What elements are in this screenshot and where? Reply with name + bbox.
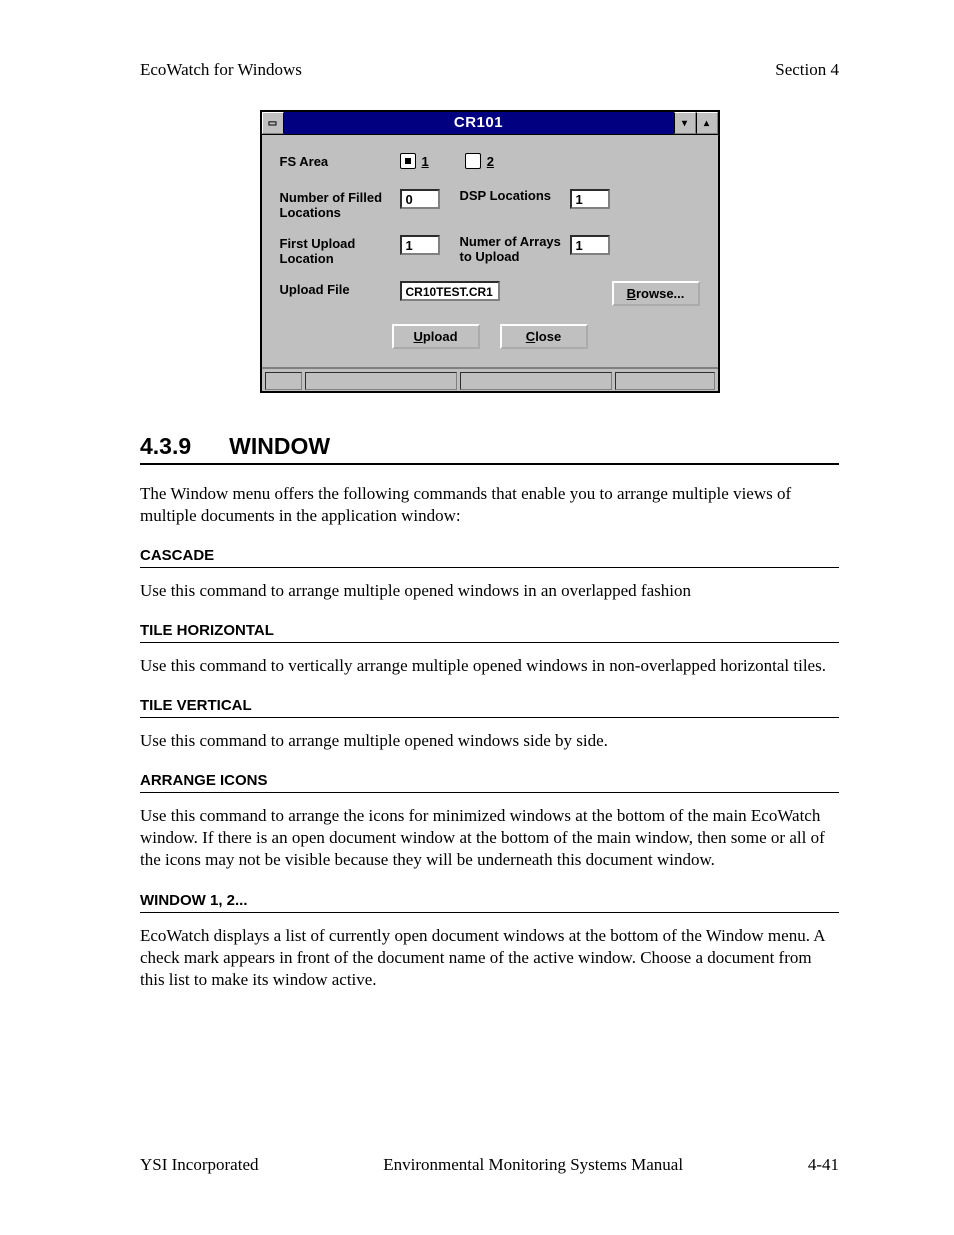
section-number: 4.3.9 — [140, 433, 191, 460]
fs-area-label: FS Area — [280, 153, 400, 170]
dialog-title: CR101 — [284, 112, 674, 134]
footer-right: 4-41 — [808, 1155, 839, 1175]
status-bar — [262, 367, 718, 391]
section-intro: The Window menu offers the following com… — [140, 483, 839, 527]
num-arrays-label: Numer of Arrays to Upload — [460, 235, 570, 265]
sub-tile-vertical-heading: TILE VERTICAL — [140, 697, 839, 718]
radio-fs-2[interactable] — [465, 153, 481, 169]
dialog-cr101: ▭ CR101 ▾ ▴ FS Area 1 2 Number of Filled — [260, 110, 720, 393]
sub-window-list-text: EcoWatch displays a list of currently op… — [140, 925, 839, 991]
footer-mid: Environmental Monitoring Systems Manual — [259, 1155, 808, 1175]
maximize-icon[interactable]: ▴ — [696, 112, 718, 134]
dsp-locations-input[interactable]: 1 — [570, 189, 610, 209]
upload-file-input[interactable]: CR10TEST.CR1 — [400, 281, 500, 301]
radio-fs-1-label[interactable]: 1 — [422, 154, 429, 169]
title-bar: ▭ CR101 ▾ ▴ — [262, 112, 718, 135]
sub-tile-vertical-text: Use this command to arrange multiple ope… — [140, 730, 839, 752]
sub-tile-horizontal-text: Use this command to vertically arrange m… — [140, 655, 839, 677]
num-arrays-input[interactable]: 1 — [570, 235, 610, 255]
sub-cascade-heading: CASCADE — [140, 547, 839, 568]
num-filled-label: Number of Filled Locations — [280, 189, 400, 221]
header-right: Section 4 — [775, 60, 839, 80]
dsp-locations-label: DSP Locations — [460, 189, 570, 204]
status-cell — [265, 372, 302, 390]
section-title: WINDOW — [229, 433, 330, 460]
header-left: EcoWatch for Windows — [140, 60, 302, 80]
sub-arrange-icons-heading: ARRANGE ICONS — [140, 772, 839, 793]
sub-tile-horizontal-heading: TILE HORIZONTAL — [140, 622, 839, 643]
footer-left: YSI Incorporated — [140, 1155, 259, 1175]
sub-arrange-icons-text: Use this command to arrange the icons fo… — [140, 805, 839, 871]
minimize-icon[interactable]: ▾ — [674, 112, 696, 134]
status-cell — [460, 372, 612, 390]
system-menu-icon[interactable]: ▭ — [262, 112, 284, 134]
close-button[interactable]: Close — [500, 324, 588, 349]
radio-fs-2-label[interactable]: 2 — [487, 154, 494, 169]
upload-file-label: Upload File — [280, 281, 400, 298]
sub-cascade-text: Use this command to arrange multiple ope… — [140, 580, 839, 602]
browse-button[interactable]: Browse... — [612, 281, 700, 306]
status-cell — [305, 372, 457, 390]
first-upload-label: First Upload Location — [280, 235, 400, 267]
status-cell — [615, 372, 715, 390]
upload-button[interactable]: Upload — [392, 324, 480, 349]
section-heading: 4.3.9 WINDOW — [140, 433, 839, 465]
radio-fs-1[interactable] — [400, 153, 416, 169]
first-upload-input[interactable]: 1 — [400, 235, 440, 255]
num-filled-input[interactable]: 0 — [400, 189, 440, 209]
sub-window-list-heading: WINDOW 1, 2... — [140, 892, 839, 913]
